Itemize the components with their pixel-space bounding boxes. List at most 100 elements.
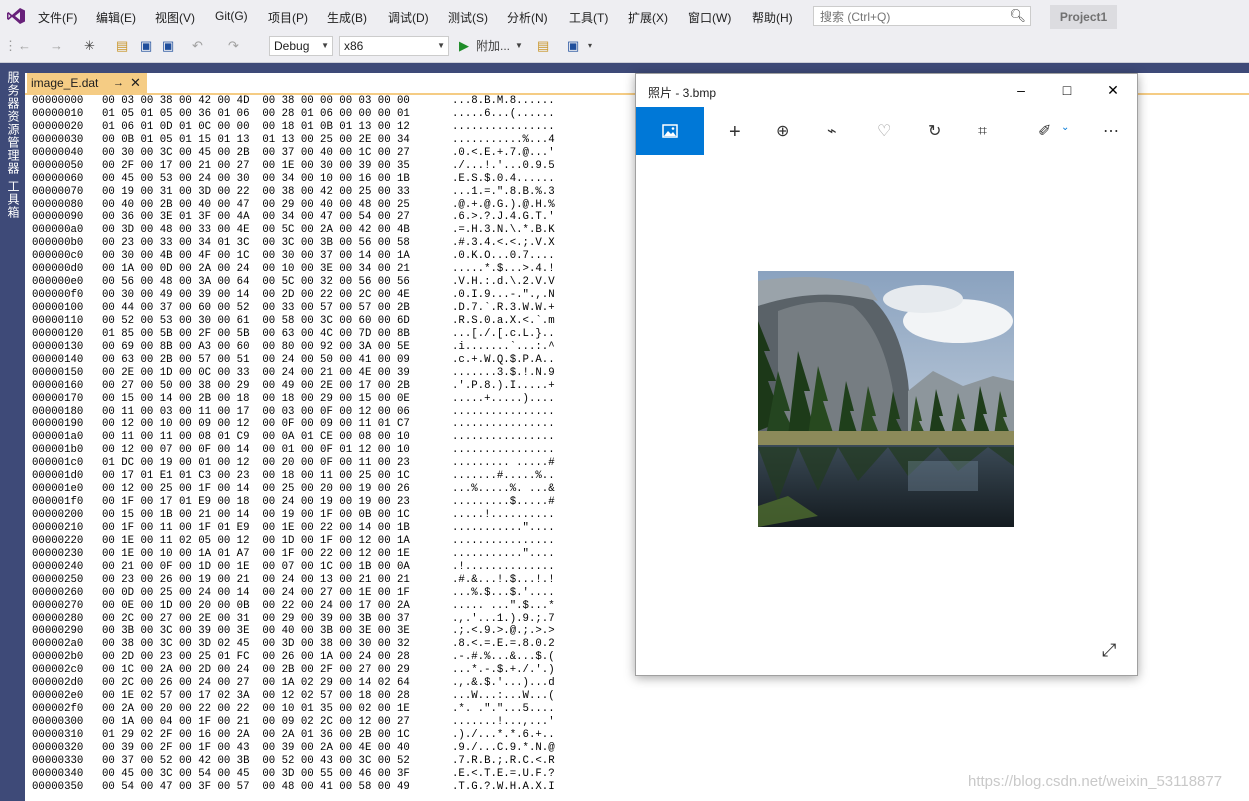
hex-row[interactable]: 000002c0 00 1C 00 2A 00 2D 00 24 00 2B 00… [32, 664, 632, 677]
hex-row[interactable]: 00000130 00 69 00 8B 00 A3 00 60 00 80 00… [32, 341, 632, 354]
menu-build[interactable]: 生成(B) [327, 9, 367, 26]
hex-row[interactable]: 00000110 00 52 00 53 00 30 00 61 00 58 00… [32, 315, 632, 328]
hex-row[interactable]: 00000020 01 06 01 0D 01 0C 00 00 00 18 01… [32, 121, 632, 134]
hex-row[interactable]: 00000170 00 15 00 14 00 2B 00 18 00 18 00… [32, 393, 632, 406]
add-icon[interactable]: + [729, 122, 741, 142]
expand-icon[interactable]: ⤢ [1102, 640, 1116, 661]
attach-button[interactable]: 附加... [476, 38, 510, 54]
close-icon[interactable]: ✕ [130, 73, 141, 93]
edit-icon[interactable]: ✐ [1038, 122, 1051, 142]
hex-row[interactable]: 000002a0 00 38 00 3C 00 3D 02 45 00 3D 00… [32, 638, 632, 651]
hex-row[interactable]: 00000000 00 03 00 38 00 42 00 4D 00 38 00… [32, 95, 632, 108]
hex-row[interactable]: 00000180 00 11 00 03 00 11 00 17 00 03 00… [32, 406, 632, 419]
crop-icon[interactable]: ⌗ [978, 122, 987, 142]
hex-row[interactable]: 000001c0 01 DC 00 19 00 01 00 12 00 20 00… [32, 457, 632, 470]
hex-row[interactable]: 00000160 00 27 00 50 00 38 00 29 00 49 00… [32, 380, 632, 393]
photos-window[interactable]: 照片 - 3.bmp – □ ✕ + ⊕ ⌁ ♡ ↻ ⌗ ✐ ⌄ ⋯ ⤢ [635, 73, 1138, 676]
hex-row[interactable]: 000001b0 00 12 00 07 00 0F 00 14 00 01 00… [32, 444, 632, 457]
hex-row[interactable]: 00000050 00 2F 00 17 00 21 00 27 00 1E 00… [32, 160, 632, 173]
hex-row[interactable]: 00000150 00 2E 00 1D 00 0C 00 33 00 24 00… [32, 367, 632, 380]
hex-row[interactable]: 000000c0 00 30 00 4B 00 4F 00 1C 00 30 00… [32, 250, 632, 263]
hex-row[interactable]: 00000090 00 36 00 3E 01 3F 00 4A 00 34 00… [32, 211, 632, 224]
folder-icon[interactable]: ▤ [537, 38, 549, 54]
new-project-icon[interactable]: ✳ [84, 38, 95, 54]
hex-row[interactable]: 00000220 00 1E 00 11 02 05 00 12 00 1D 00… [32, 535, 632, 548]
hex-row[interactable]: 000002b0 00 2D 00 23 00 25 01 FC 00 26 00… [32, 651, 632, 664]
hex-row[interactable]: 000000f0 00 30 00 49 00 39 00 14 00 2D 00… [32, 289, 632, 302]
menu-window[interactable]: 窗口(W) [688, 9, 731, 26]
search-box[interactable]: 🔍︎ [813, 6, 1031, 26]
hex-row[interactable]: 000001d0 00 17 01 E1 01 C3 00 23 00 18 00… [32, 470, 632, 483]
toolbar-overflow-icon[interactable]: ▾ [588, 38, 592, 54]
view-image-button[interactable] [636, 107, 704, 155]
close-icon[interactable]: ✕ [1098, 80, 1128, 100]
back-icon[interactable]: ← [18, 38, 31, 54]
document-tab[interactable]: image_E.dat → ✕ [27, 73, 147, 93]
forward-icon[interactable]: → [50, 38, 63, 54]
hex-row[interactable]: 00000270 00 0E 00 1D 00 20 00 0B 00 22 00… [32, 600, 632, 613]
minimize-icon[interactable]: – [1006, 80, 1036, 100]
hex-row[interactable]: 00000240 00 21 00 0F 00 1D 00 1E 00 07 00… [32, 561, 632, 574]
menu-tools[interactable]: 工具(T) [569, 9, 608, 26]
hex-row[interactable]: 00000310 01 29 02 2F 00 16 00 2A 00 2A 01… [32, 729, 632, 742]
server-explorer-tab[interactable]: 服务器资源管理器 [5, 71, 22, 175]
more-icon[interactable]: ⋯ [1103, 122, 1119, 142]
hex-row[interactable]: 00000070 00 19 00 31 00 3D 00 22 00 38 00… [32, 186, 632, 199]
hex-row[interactable]: 00000290 00 3B 00 3C 00 39 00 3E 00 40 00… [32, 625, 632, 638]
hex-row[interactable]: 00000100 00 44 00 37 00 60 00 52 00 33 00… [32, 302, 632, 315]
hex-row[interactable]: 000000b0 00 23 00 33 00 34 01 3C 00 3C 00… [32, 237, 632, 250]
hex-row[interactable]: 00000300 00 1A 00 04 00 1F 00 21 00 09 02… [32, 716, 632, 729]
hex-row[interactable]: 000002e0 00 1E 02 57 00 17 02 3A 00 12 02… [32, 690, 632, 703]
hex-row[interactable]: 00000140 00 63 00 2B 00 57 00 51 00 24 00… [32, 354, 632, 367]
hex-row[interactable]: 00000190 00 12 00 10 00 09 00 12 00 0F 00… [32, 418, 632, 431]
pin-icon[interactable]: → [113, 73, 124, 93]
search-input[interactable] [818, 8, 1007, 26]
hex-row[interactable]: 00000230 00 1E 00 10 00 1A 01 A7 00 1F 00… [32, 548, 632, 561]
save-all-icon[interactable]: ▣ [162, 38, 174, 54]
hex-row[interactable]: 00000330 00 37 00 52 00 42 00 3B 00 52 00… [32, 755, 632, 768]
hex-row[interactable]: 00000320 00 39 00 2F 00 1F 00 43 00 39 00… [32, 742, 632, 755]
menu-view[interactable]: 视图(V) [155, 9, 195, 26]
hex-row[interactable]: 00000030 00 0B 01 05 01 15 01 13 01 13 00… [32, 134, 632, 147]
undo-icon[interactable]: ↶ [192, 38, 203, 54]
hex-row[interactable]: 00000080 00 40 00 2B 00 40 00 47 00 29 00… [32, 199, 632, 212]
hex-row[interactable]: 00000340 00 45 00 3C 00 54 00 45 00 3D 00… [32, 768, 632, 781]
menu-extensions[interactable]: 扩展(X) [628, 9, 668, 26]
rotate-icon[interactable]: ↻ [928, 122, 941, 142]
hex-row[interactable]: 000002f0 00 2A 00 20 00 22 00 22 00 10 01… [32, 703, 632, 716]
play-icon[interactable]: ▶ [459, 38, 469, 54]
hex-editor[interactable]: 00000000 00 03 00 38 00 42 00 4D 00 38 00… [32, 95, 632, 801]
delete-icon[interactable]: ⌁ [827, 122, 837, 142]
hex-row[interactable]: 00000250 00 23 00 26 00 19 00 21 00 24 00… [32, 574, 632, 587]
hex-row[interactable]: 00000120 01 85 00 5B 00 2F 00 5B 00 63 00… [32, 328, 632, 341]
open-file-icon[interactable]: ▤ [116, 38, 128, 54]
zoom-in-icon[interactable]: ⊕ [776, 122, 789, 142]
hex-row[interactable]: 00000350 00 54 00 47 00 3F 00 57 00 48 00… [32, 781, 632, 794]
menu-help[interactable]: 帮助(H) [752, 9, 793, 26]
hex-row[interactable]: 000000e0 00 56 00 48 00 3A 00 64 00 5C 00… [32, 276, 632, 289]
hex-row[interactable]: 000000a0 00 3D 00 48 00 33 00 4E 00 5C 00… [32, 224, 632, 237]
project-name-badge[interactable]: Project1 [1050, 5, 1117, 29]
hex-row[interactable]: 00000210 00 1F 00 11 00 1F 01 E9 00 1E 00… [32, 522, 632, 535]
hex-row[interactable]: 000001a0 00 11 00 11 00 08 01 C9 00 0A 01… [32, 431, 632, 444]
hex-row[interactable]: 000001f0 00 1F 00 17 01 E9 00 18 00 24 00… [32, 496, 632, 509]
configuration-dropdown[interactable]: Debug ▼ [269, 36, 333, 56]
platform-dropdown[interactable]: x86 ▼ [339, 36, 449, 56]
hex-row[interactable]: 00000280 00 2C 00 27 00 2E 00 31 00 29 00… [32, 613, 632, 626]
chevron-down-icon[interactable]: ⌄ [1061, 118, 1069, 138]
search-icon[interactable]: 🔍︎ [1009, 8, 1026, 24]
hex-row[interactable]: 00000040 00 30 00 3C 00 45 00 2B 00 37 00… [32, 147, 632, 160]
menu-file[interactable]: 文件(F) [38, 9, 77, 26]
hex-row[interactable]: 00000010 01 05 01 05 00 36 01 06 00 28 01… [32, 108, 632, 121]
menu-git[interactable]: Git(G) [215, 9, 248, 23]
redo-icon[interactable]: ↷ [228, 38, 239, 54]
screenshot-icon[interactable]: ▣ [567, 38, 579, 54]
visual-studio-logo-icon[interactable] [6, 6, 26, 26]
menu-debug[interactable]: 调试(D) [388, 9, 429, 26]
maximize-icon[interactable]: □ [1052, 80, 1082, 100]
favorite-icon[interactable]: ♡ [877, 122, 891, 142]
hex-row[interactable]: 000002d0 00 2C 00 26 00 24 00 27 00 1A 02… [32, 677, 632, 690]
menu-project[interactable]: 项目(P) [268, 9, 308, 26]
menu-analyze[interactable]: 分析(N) [507, 9, 548, 26]
hex-row[interactable]: 00000060 00 45 00 53 00 24 00 30 00 34 00… [32, 173, 632, 186]
